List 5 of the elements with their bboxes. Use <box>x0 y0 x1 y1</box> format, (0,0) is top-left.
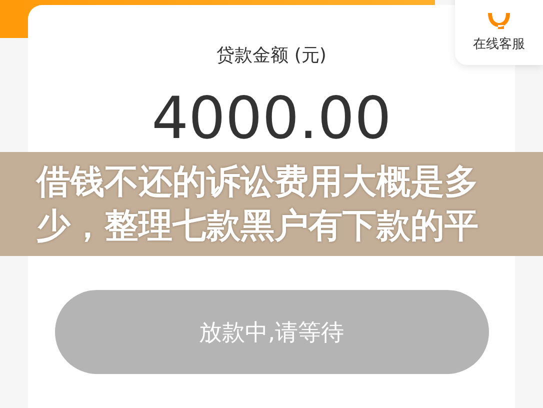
customer-service-panel[interactable]: 在线客服 <box>455 0 543 65</box>
customer-service-label: 在线客服 <box>473 36 525 53</box>
loan-amount-label: 贷款金额 (元) <box>216 44 326 67</box>
loan-amount: 4000.00 <box>152 89 392 147</box>
caption-text: 借钱不还的诉讼费用大概是多少，整理七款黑户有下款的平 <box>36 161 480 248</box>
